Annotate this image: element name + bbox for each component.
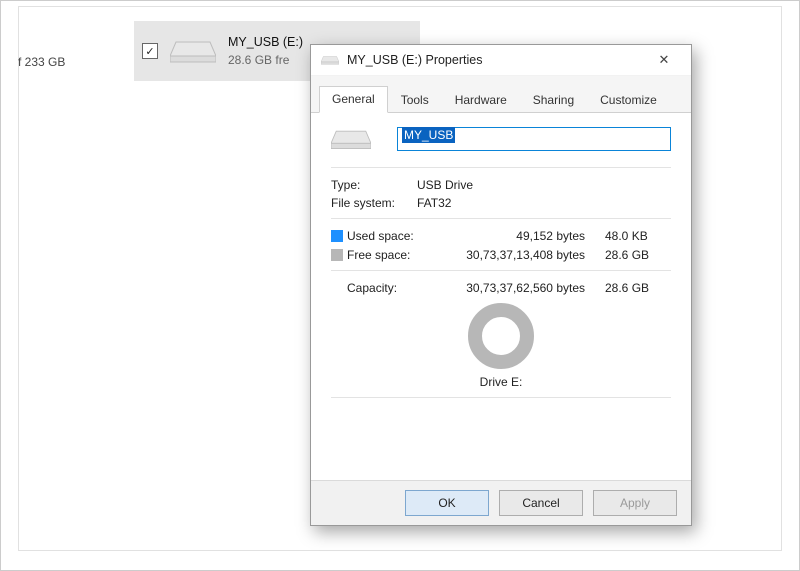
dialog-footer: OK Cancel Apply: [311, 480, 691, 525]
blank-area: [331, 408, 671, 468]
tab-hardware[interactable]: Hardware: [442, 87, 520, 113]
ok-button[interactable]: OK: [405, 490, 489, 516]
separator: [331, 270, 671, 271]
free-space-bytes: 30,73,37,13,408 bytes: [441, 248, 605, 262]
tab-customize[interactable]: Customize: [587, 87, 670, 113]
used-space-label: Used space:: [347, 229, 441, 243]
body-drive-icon: [331, 127, 371, 151]
capacity-label: Capacity:: [331, 281, 441, 295]
close-icon: ✕: [659, 52, 670, 68]
dialog-body: MY_USB Type:USB Drive File system:FAT32 …: [311, 113, 691, 480]
properties-dialog: MY_USB (E:) Properties ✕ General Tools H…: [310, 44, 692, 526]
type-label: Type:: [331, 178, 417, 192]
capacity-bytes: 30,73,37,62,560 bytes: [441, 281, 605, 295]
separator: [331, 167, 671, 168]
apply-button[interactable]: Apply: [593, 490, 677, 516]
type-value: USB Drive: [417, 178, 473, 192]
drive-item-checkbox[interactable]: ✓: [142, 43, 158, 59]
free-space-swatch: [331, 249, 343, 261]
used-space-bytes: 49,152 bytes: [441, 229, 605, 243]
filesystem-label: File system:: [331, 196, 417, 210]
separator: [331, 397, 671, 398]
separator: [331, 218, 671, 219]
titlebar[interactable]: MY_USB (E:) Properties ✕: [311, 45, 691, 76]
used-space-human: 48.0 KB: [605, 229, 671, 243]
dialog-title: MY_USB (E:) Properties: [347, 53, 647, 67]
volume-label-input[interactable]: MY_USB: [397, 127, 671, 151]
drive-item-subtitle: 28.6 GB fre: [228, 53, 303, 67]
capacity-human: 28.6 GB: [605, 281, 671, 295]
titlebar-drive-icon: [321, 54, 339, 66]
drive-icon: [170, 38, 216, 64]
free-space-label: Free space:: [347, 248, 441, 262]
local-disk-free-text: f 233 GB: [18, 55, 65, 69]
tab-tools[interactable]: Tools: [388, 87, 442, 113]
cancel-button[interactable]: Cancel: [499, 490, 583, 516]
donut-caption: Drive E:: [480, 375, 523, 389]
usage-donut-icon: [468, 303, 534, 369]
drive-item-title: MY_USB (E:): [228, 35, 303, 49]
free-space-human: 28.6 GB: [605, 248, 671, 262]
close-button[interactable]: ✕: [647, 48, 681, 72]
check-icon: ✓: [145, 45, 154, 58]
tab-strip: General Tools Hardware Sharing Customize: [311, 76, 691, 113]
filesystem-value: FAT32: [417, 196, 451, 210]
used-space-swatch: [331, 230, 343, 242]
tab-general[interactable]: General: [319, 86, 388, 113]
tab-sharing[interactable]: Sharing: [520, 87, 587, 113]
volume-label-value: MY_USB: [402, 127, 455, 143]
